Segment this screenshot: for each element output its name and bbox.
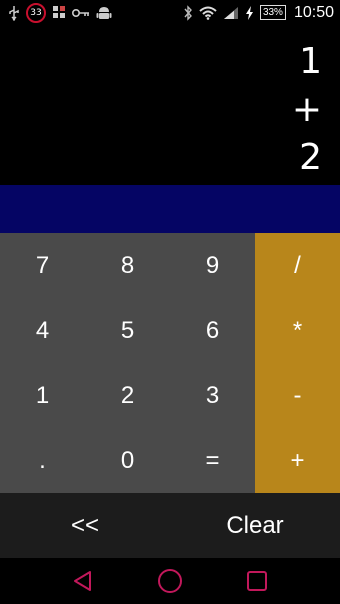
usb-icon [8,5,20,21]
key-subtract[interactable]: - [255,363,340,428]
key-divide[interactable]: / [255,233,340,298]
sim-icon [52,5,66,21]
result-bar [0,185,340,233]
key-2[interactable]: 2 [85,363,170,428]
back-icon[interactable] [63,561,103,601]
key-3[interactable]: 3 [170,363,255,428]
bluetooth-icon [183,4,193,21]
clock: 10:50 [293,3,334,21]
charging-icon [245,5,254,20]
key-multiply[interactable]: * [255,298,340,363]
backspace-button[interactable]: << [0,493,170,558]
recents-icon[interactable] [237,561,277,601]
wifi-icon [199,6,217,20]
expression-line: 2 [299,137,322,178]
home-icon[interactable] [150,561,190,601]
expression-display: 1 + 2 [0,25,340,185]
navigation-bar [0,558,340,604]
key-icon [72,8,90,18]
expression-line: + [291,89,322,130]
expression-line: 1 [299,41,322,82]
status-bar: 33 33% 10:50 [0,0,340,25]
key-9[interactable]: 9 [170,233,255,298]
key-0[interactable]: 0 [85,428,170,493]
operator-pad: / * - + [255,233,340,493]
action-row: << Clear [0,493,340,558]
digit-pad: 7 8 9 4 5 6 1 2 3 . 0 = [0,233,255,493]
key-add[interactable]: + [255,428,340,493]
keypad: 7 8 9 4 5 6 1 2 3 . 0 = / * - + [0,233,340,493]
notification-badge-icon: 33 [26,2,46,23]
key-equals[interactable]: = [170,428,255,493]
key-6[interactable]: 6 [170,298,255,363]
key-decimal[interactable]: . [0,428,85,493]
key-7[interactable]: 7 [0,233,85,298]
signal-icon [223,6,239,20]
battery-indicator: 33% [259,5,286,20]
key-5[interactable]: 5 [85,298,170,363]
key-4[interactable]: 4 [0,298,85,363]
key-1[interactable]: 1 [0,363,85,428]
clear-button[interactable]: Clear [170,493,340,558]
android-icon [96,5,112,21]
key-8[interactable]: 8 [85,233,170,298]
